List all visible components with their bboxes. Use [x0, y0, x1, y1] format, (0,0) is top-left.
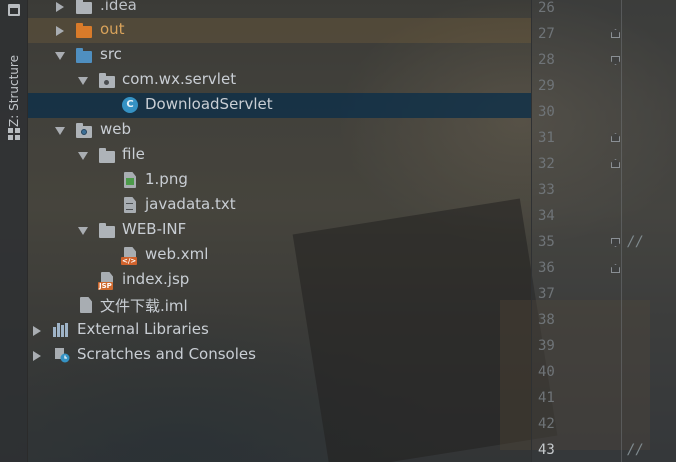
tree-item-external-libraries[interactable]: External Libraries	[28, 318, 531, 343]
collapse-arrow-icon[interactable]	[78, 152, 88, 160]
gutter-separator	[621, 0, 622, 462]
line-number: 42	[538, 416, 555, 432]
fold-marker-icon[interactable]	[611, 56, 620, 65]
line-number: 30	[538, 104, 555, 120]
tree-item-label: 文件下载.iml	[100, 297, 188, 315]
tree-item-label: External Libraries	[77, 320, 209, 338]
tree-item-label: .idea	[100, 0, 137, 14]
tree-item-label: out	[100, 20, 125, 38]
tree-item-label: web.xml	[145, 245, 209, 263]
tree-item-label: DownloadServlet	[145, 95, 273, 113]
tree-item-label: web	[100, 120, 132, 138]
line-number: 32	[538, 156, 555, 172]
collapse-arrow-icon[interactable]	[55, 127, 65, 135]
scratches-icon	[54, 347, 70, 363]
tree-item-scratches[interactable]: Scratches and Consoles	[28, 343, 531, 368]
tree-item-label: com.wx.servlet	[122, 70, 237, 88]
tree-item-label: 1.png	[145, 170, 188, 188]
tree-item-src[interactable]: src	[28, 43, 531, 68]
tree-item-label: index.jsp	[122, 270, 190, 288]
line-number: 28	[538, 52, 555, 68]
fold-marker-icon[interactable]	[611, 133, 620, 142]
image-file-icon	[124, 172, 136, 188]
tree-item-downloadservlet[interactable]: C DownloadServlet	[28, 93, 531, 118]
tree-item-label: file	[122, 145, 145, 163]
source-folder-icon	[76, 48, 92, 63]
code-comment: //	[627, 234, 644, 250]
line-number: 39	[538, 338, 555, 354]
tree-item-iml[interactable]: 文件下载.iml	[28, 293, 531, 318]
fold-marker-icon[interactable]	[611, 159, 620, 168]
line-number: 37	[538, 286, 555, 302]
tool-window-stripe: Z: Structure	[0, 0, 28, 462]
folder-icon	[76, 0, 92, 14]
collapse-arrow-icon[interactable]	[55, 52, 65, 60]
line-number: 36	[538, 260, 555, 276]
line-number: 40	[538, 364, 555, 380]
expand-arrow-icon[interactable]	[33, 351, 41, 361]
current-line-number: 43	[538, 442, 555, 458]
code-comment: //	[627, 442, 644, 458]
tree-item-label: javadata.txt	[145, 195, 236, 213]
line-number: 29	[538, 78, 555, 94]
tree-item-web[interactable]: web	[28, 118, 531, 143]
editor-gutter: 26 27 28 29 30 31 32 33 34 35 36 37 38 3…	[531, 0, 676, 462]
fold-marker-icon[interactable]	[611, 29, 620, 38]
line-number: 26	[538, 0, 555, 16]
tree-item-txt[interactable]: javadata.txt	[28, 193, 531, 218]
tree-item-label: WEB-INF	[122, 220, 187, 238]
tree-item-file-folder[interactable]: file	[28, 143, 531, 168]
line-number: 38	[538, 312, 555, 328]
java-class-icon: C	[122, 97, 138, 113]
package-icon	[99, 73, 115, 88]
project-tree: .idea out src com.wx.servlet C DownloadS…	[28, 0, 531, 462]
expand-arrow-icon[interactable]	[56, 26, 64, 36]
tree-item-png[interactable]: 1.png	[28, 168, 531, 193]
line-number: 27	[538, 26, 555, 42]
tree-item-webxml[interactable]: </> web.xml	[28, 243, 531, 268]
structure-icon	[8, 128, 20, 140]
fold-marker-icon[interactable]	[611, 264, 620, 273]
jsp-badge: JSP	[98, 282, 113, 290]
libraries-icon	[53, 323, 71, 337]
line-number: 34	[538, 208, 555, 224]
project-tool-icon[interactable]	[8, 4, 20, 16]
tree-item-package[interactable]: com.wx.servlet	[28, 68, 531, 93]
tree-item-label: Scratches and Consoles	[77, 345, 256, 363]
structure-tab-label: Z: Structure	[7, 55, 21, 127]
xml-badge: </>	[121, 257, 138, 265]
tree-item-out[interactable]: out	[28, 18, 531, 43]
excluded-folder-icon	[76, 23, 92, 38]
expand-arrow-icon[interactable]	[56, 2, 64, 12]
structure-tab[interactable]: Z: Structure	[4, 48, 24, 144]
web-folder-icon	[76, 123, 92, 138]
line-number: 35	[538, 234, 555, 250]
folder-icon	[99, 223, 115, 238]
iml-file-icon	[80, 297, 92, 313]
tree-item-indexjsp[interactable]: JSP index.jsp	[28, 268, 531, 293]
line-number: 33	[538, 182, 555, 198]
collapse-arrow-icon[interactable]	[78, 227, 88, 235]
tree-item-web-inf[interactable]: WEB-INF	[28, 218, 531, 243]
collapse-arrow-icon[interactable]	[78, 77, 88, 85]
folder-icon	[99, 148, 115, 163]
fold-marker-icon[interactable]	[611, 238, 620, 247]
expand-arrow-icon[interactable]	[33, 326, 41, 336]
tree-item-label: src	[100, 45, 122, 63]
tree-item-idea[interactable]: .idea	[28, 0, 531, 19]
text-file-icon	[124, 197, 136, 213]
line-number: 31	[538, 130, 555, 146]
line-number: 41	[538, 390, 555, 406]
